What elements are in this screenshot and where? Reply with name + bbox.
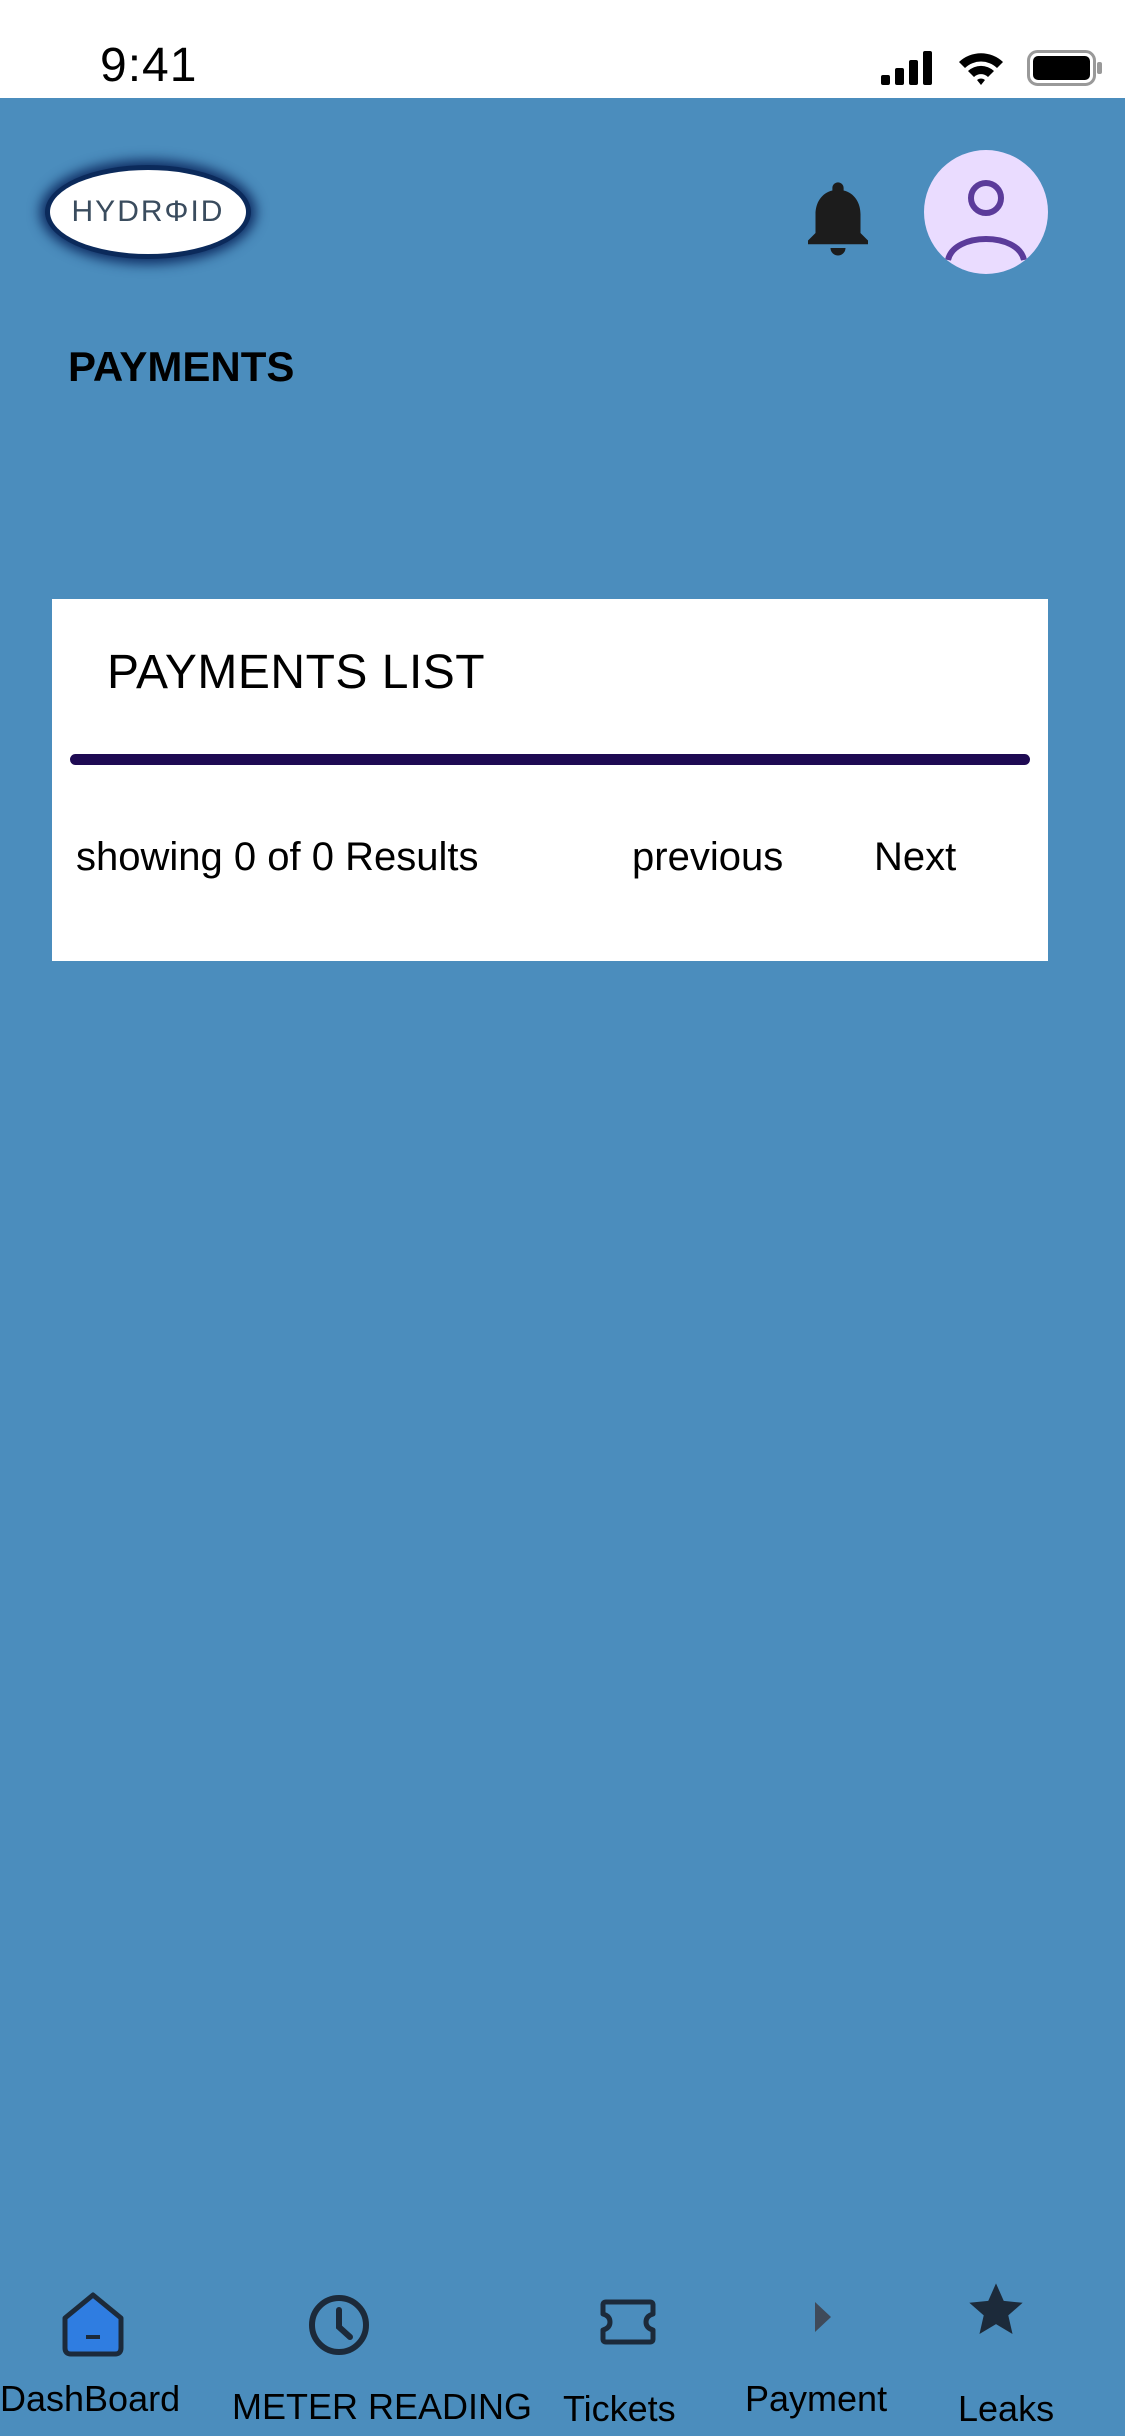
status-icons <box>881 50 1103 86</box>
card-divider <box>70 754 1030 765</box>
card-title: PAYMENTS LIST <box>107 646 486 699</box>
nav-label-dashboard: DashBoard <box>0 2378 181 2419</box>
profile-avatar[interactable] <box>924 150 1048 274</box>
ticket-icon <box>600 2299 656 2345</box>
home-icon <box>62 2292 124 2357</box>
notification-bell-icon[interactable] <box>793 173 883 263</box>
nav-label-tickets: Tickets <box>563 2388 676 2429</box>
star-icon <box>969 2283 1023 2334</box>
logo-text: HYDRΦID <box>71 195 225 228</box>
nav-item-tickets[interactable]: Tickets <box>555 2260 715 2436</box>
nav-label-meter-reading: METER READING <box>232 2386 533 2427</box>
nav-label-leaks: Leaks <box>958 2388 1055 2429</box>
previous-button[interactable]: previous <box>632 835 783 880</box>
page-title: PAYMENTS <box>68 343 295 390</box>
results-count: showing 0 of 0 Results <box>76 835 479 879</box>
nav-item-meter-reading[interactable]: METER READING <box>220 2260 540 2436</box>
wifi-icon <box>959 53 1003 85</box>
screen: 9:41 HYDRΦID PAYMENTS PAYMENTS LIST show… <box>0 0 1125 2436</box>
clock-icon <box>309 2295 369 2355</box>
nav-label-payment: Payment <box>745 2378 888 2419</box>
user-icon <box>945 180 1027 262</box>
app-content: HYDRΦID PAYMENTS PAYMENTS LIST showing 0… <box>0 98 1125 2436</box>
bottom-navigation: DashBoard METER READING Tickets Payment <box>0 2260 1125 2436</box>
status-time: 9:41 <box>100 39 198 92</box>
next-button[interactable]: Next <box>874 835 956 880</box>
play-icon <box>815 2302 831 2332</box>
app-logo[interactable]: HYDRΦID <box>50 170 246 254</box>
status-bar: 9:41 <box>0 0 1125 98</box>
nav-item-payment[interactable]: Payment <box>735 2260 915 2436</box>
nav-item-leaks[interactable]: Leaks <box>940 2260 1100 2436</box>
cellular-signal-icon <box>881 51 932 85</box>
battery-icon <box>1027 50 1102 86</box>
payments-list-card: PAYMENTS LIST showing 0 of 0 Results pre… <box>52 599 1048 961</box>
nav-item-dashboard[interactable]: DashBoard <box>0 2260 200 2436</box>
